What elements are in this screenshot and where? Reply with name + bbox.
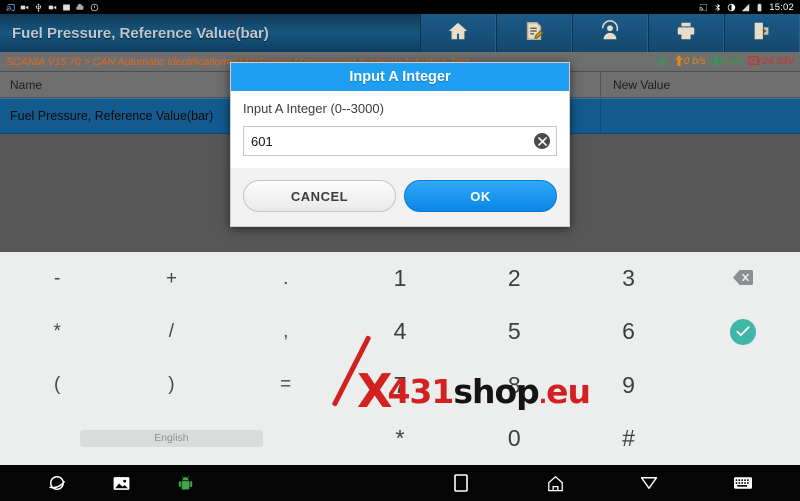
android-status-bar: 15:02 (0, 0, 800, 14)
download-rate-value: 0 b/s (720, 56, 743, 67)
key-blank-right (686, 359, 800, 412)
cast-screen-icon (699, 3, 708, 12)
check-icon (729, 318, 756, 345)
key-minus[interactable]: - (0, 252, 114, 305)
key-9[interactable]: 9 (571, 359, 685, 412)
connection-status: 0 b/s 0 b/s 24.93V (655, 54, 800, 69)
cast-icon (6, 3, 15, 12)
toolbar-report-button[interactable] (496, 14, 572, 52)
gallery-icon (62, 3, 71, 12)
dialog-title: Input A Integer (231, 63, 569, 91)
toolbar-print-button[interactable] (648, 14, 724, 52)
key-period[interactable]: . (229, 252, 343, 305)
home-icon[interactable] (544, 472, 566, 494)
key-6[interactable]: 6 (571, 305, 685, 358)
key-asterisk[interactable]: * (0, 305, 114, 358)
arrow-down-icon (711, 54, 720, 69)
on-screen-keyboard: - + . 1 2 3 * / , 4 5 6 ( ) = 7 8 9 Engl… (0, 252, 800, 465)
dialog-range-label: Input A Integer (0--3000) (243, 101, 384, 116)
toolbar-support-button[interactable] (572, 14, 648, 52)
wifi-icon (655, 56, 669, 67)
do-not-disturb-icon (727, 3, 736, 12)
back-icon[interactable] (638, 472, 660, 494)
download-rate: 0 b/s (711, 54, 743, 69)
nav-bar-left (0, 472, 196, 494)
toolbar-exit-button[interactable] (724, 14, 800, 52)
dialog-input-wrapper[interactable] (243, 126, 557, 156)
key-2[interactable]: 2 (457, 252, 571, 305)
upload-rate: 0 b/s (674, 54, 706, 69)
status-bar-clock: 15:02 (769, 1, 794, 13)
key-plus[interactable]: + (114, 252, 228, 305)
android-robot-icon[interactable] (174, 472, 196, 494)
clear-circle-icon[interactable] (534, 133, 550, 149)
key-7[interactable]: 7 (343, 359, 457, 412)
key-0[interactable]: 0 (457, 412, 571, 465)
voltage-indicator: 24.93V (748, 55, 794, 68)
column-header-new-value: New Value (600, 72, 800, 97)
report-icon (523, 20, 545, 47)
key-blank-bottom-right (686, 412, 800, 465)
key-5[interactable]: 5 (457, 305, 571, 358)
exit-icon (751, 20, 773, 47)
status-bar-left-icons (6, 2, 99, 12)
key-asterisk-bottom[interactable]: * (343, 412, 457, 465)
key-equals[interactable]: = (229, 359, 343, 412)
keyboard-icon[interactable] (732, 472, 754, 494)
key-1[interactable]: 1 (343, 252, 457, 305)
key-comma[interactable]: , (229, 305, 343, 358)
nav-bar-right (450, 472, 800, 494)
key-3[interactable]: 3 (571, 252, 685, 305)
camera-icon (20, 3, 29, 12)
cell-new-value[interactable] (600, 99, 800, 133)
support-icon (599, 19, 621, 47)
warning-circle-icon (90, 3, 99, 12)
space-key[interactable]: English (0, 412, 343, 465)
usb-icon (34, 2, 43, 12)
upload-rate-value: 0 b/s (683, 56, 706, 67)
print-icon (675, 20, 697, 47)
input-integer-dialog: Input A Integer Input A Integer (0--3000… (230, 62, 570, 227)
signal-icon (741, 3, 750, 12)
keyboard-grid: - + . 1 2 3 * / , 4 5 6 ( ) = 7 8 9 Engl… (0, 252, 800, 465)
voltage-value: 24.93V (762, 56, 794, 67)
key-slash[interactable]: / (114, 305, 228, 358)
toolbar-home-button[interactable] (420, 14, 496, 52)
page-title: Fuel Pressure, Reference Value(bar) (12, 24, 269, 42)
recents-icon[interactable] (450, 472, 472, 494)
ok-button[interactable]: OK (404, 180, 557, 212)
space-key-label: English (79, 429, 263, 447)
backspace-key[interactable] (686, 252, 800, 305)
key-hash[interactable]: # (571, 412, 685, 465)
enter-key[interactable] (686, 305, 800, 358)
integer-input[interactable] (244, 127, 556, 155)
dialog-body: Input A Integer (0--3000) (231, 91, 569, 168)
key-paren-open[interactable]: ( (0, 359, 114, 412)
planet-icon[interactable] (46, 472, 68, 494)
app-title-bar: Fuel Pressure, Reference Value(bar) (0, 14, 800, 52)
android-nav-bar (0, 465, 800, 501)
bluetooth-icon (713, 3, 722, 12)
dialog-actions: CANCEL OK (231, 168, 569, 226)
status-bar-right-icons: 15:02 (699, 2, 794, 13)
video-icon (48, 3, 57, 12)
battery-voltage-icon (748, 55, 761, 68)
cloud-icon (76, 3, 85, 12)
battery-icon (755, 3, 764, 12)
key-paren-close[interactable]: ) (114, 359, 228, 412)
cancel-button[interactable]: CANCEL (243, 180, 396, 212)
gallery-icon[interactable] (110, 472, 132, 494)
toolbar (420, 14, 800, 52)
key-4[interactable]: 4 (343, 305, 457, 358)
home-icon (447, 20, 469, 47)
backspace-icon (732, 267, 753, 291)
arrow-up-icon (674, 54, 683, 69)
key-8[interactable]: 8 (457, 359, 571, 412)
